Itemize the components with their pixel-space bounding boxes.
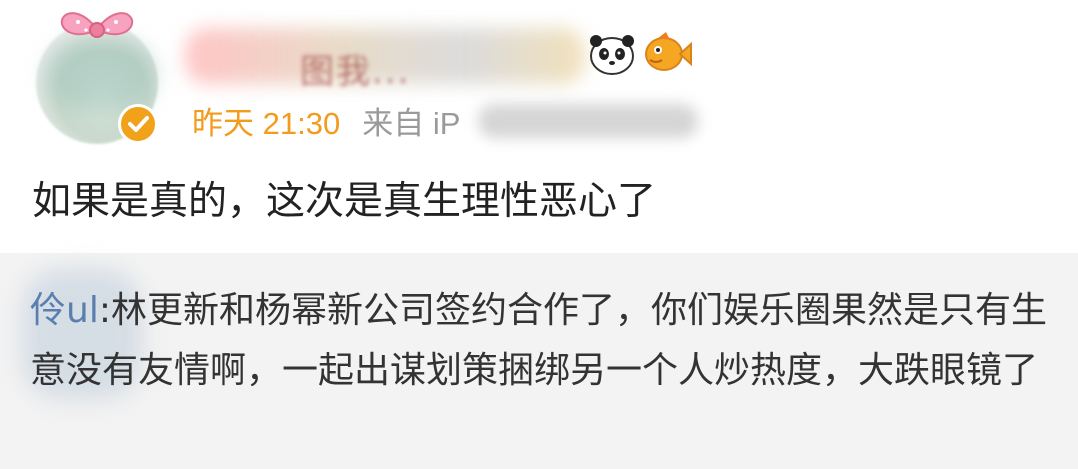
verified-badge-icon — [118, 104, 158, 144]
username-blurred-text: 图我... — [300, 52, 411, 92]
repost-block[interactable]: 伶ul:林更新和杨幂新公司签约合作了，你们娱乐圈果然是只有生意没有友情啊，一起出… — [0, 253, 1078, 469]
panda-emoji-icon — [590, 35, 634, 75]
repost-username[interactable]: 伶ul — [30, 290, 99, 331]
repost-content: :林更新和杨幂新公司签约合作了，你们娱乐圈果然是只有生意没有友情啊，一起出谋划策… — [30, 290, 1047, 391]
fish-emoji-icon — [645, 32, 692, 71]
pink-bow-icon — [60, 12, 134, 38]
post-content: 如果是真的，这次是真生理性恶心了 — [32, 179, 657, 224]
post-source: 来自 iP — [362, 106, 461, 141]
weibo-post: 图我... 昨天 21:30 来自 iP 如果是真的，这次是真生理性恶心了 — [0, 0, 1078, 253]
repost-text-block: 伶ul:林更新和杨幂新公司签约合作了，你们娱乐圈果然是只有生意没有友情啊，一起出… — [30, 281, 1060, 401]
post-time: 昨天 21:30 — [192, 106, 341, 141]
source-mosaic — [478, 104, 698, 138]
post-meta: 昨天 21:30 来自 iP — [192, 98, 460, 143]
